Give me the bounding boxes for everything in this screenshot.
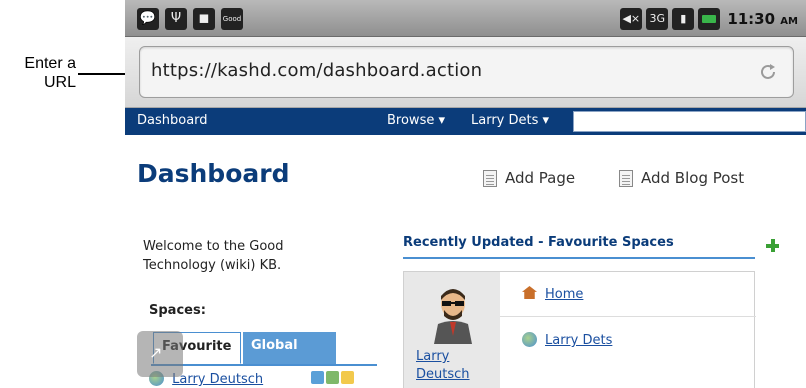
status-right-group: ◀× 3G ▮ 11:30 AM	[620, 8, 798, 30]
url-text: https://kashd.com/dashboard.action	[151, 60, 483, 81]
rss-icon[interactable]	[326, 371, 339, 384]
recent-item-label: Home	[545, 287, 584, 302]
space-actions	[311, 371, 354, 384]
clock: 11:30 AM	[727, 10, 798, 28]
welcome-text: Welcome to the Good Technology (wiki) KB…	[143, 239, 284, 273]
page-title: Dashboard	[137, 159, 290, 188]
3g-icon: 3G	[646, 8, 669, 30]
status-bar: 💬 Ψ ◼ Good ◀× 3G ▮ 11:30 AM	[125, 0, 806, 37]
tab-global[interactable]: Global	[243, 332, 336, 364]
good-app-icon: Good	[221, 8, 243, 30]
user-column: Larry Deutsch	[404, 272, 500, 388]
phone-screen: 💬 Ψ ◼ Good ◀× 3G ▮ 11:30 AM https://kash…	[125, 0, 806, 388]
globe-icon[interactable]	[311, 371, 324, 384]
url-input[interactable]: https://kashd.com/dashboard.action	[139, 46, 794, 98]
nav-user-menu[interactable]: Larry Dets ▾	[471, 113, 549, 128]
blog-icon	[619, 169, 633, 187]
user-avatar[interactable]	[432, 288, 474, 344]
usb-icon: Ψ	[165, 8, 187, 30]
url-callout: Enter a URL	[0, 54, 142, 104]
space-link[interactable]: Larry Deutsch	[172, 372, 263, 387]
recent-item-home[interactable]: Home	[522, 286, 583, 302]
divider	[500, 316, 756, 317]
wiki-nav-bar: Dashboard Browse ▾ Larry Dets ▾	[125, 108, 806, 135]
recent-item-label: Larry Dets	[545, 333, 613, 348]
battery-charging-icon	[698, 8, 721, 30]
add-page-button[interactable]: Add Page	[483, 169, 575, 187]
page-icon	[483, 169, 497, 187]
space-list-item[interactable]: Larry Deutsch	[149, 371, 389, 388]
signal-icon: ▮	[672, 8, 695, 30]
mute-icon: ◀×	[620, 8, 643, 30]
recent-updates-panel: Larry Deutsch Home Larry Dets	[403, 271, 756, 388]
refresh-icon[interactable]	[757, 61, 779, 83]
callout-text: Enter a URL	[24, 55, 76, 91]
search-input[interactable]	[573, 111, 806, 132]
home-icon	[522, 286, 537, 299]
add-page-label: Add Page	[505, 169, 576, 187]
recent-updates-heading: Recently Updated - Favourite Spaces	[403, 235, 674, 250]
add-blog-post-label: Add Blog Post	[641, 169, 745, 187]
page-content: Dashboard Add Page Add Blog Post Welcome…	[125, 135, 806, 388]
nav-browse-menu[interactable]: Browse ▾	[387, 113, 445, 128]
browser-toolbar: https://kashd.com/dashboard.action	[125, 37, 806, 108]
heading-rule	[403, 257, 755, 259]
user-name-link[interactable]: Larry Deutsch	[416, 348, 500, 384]
android-debug-icon: ◼	[193, 8, 215, 30]
nav-dashboard-link[interactable]: Dashboard	[137, 113, 208, 128]
space-icon	[522, 332, 537, 347]
star-icon[interactable]	[341, 371, 354, 384]
chat-icon: 💬	[137, 8, 159, 30]
recent-item-larry[interactable]: Larry Dets	[522, 332, 612, 348]
add-plus-icon[interactable]	[766, 239, 779, 252]
add-blog-post-button[interactable]: Add Blog Post	[619, 169, 744, 187]
spaces-heading: Spaces:	[149, 303, 206, 318]
zoom-control[interactable]	[137, 331, 183, 377]
spaces-tabs: Favourite Global	[151, 332, 377, 366]
